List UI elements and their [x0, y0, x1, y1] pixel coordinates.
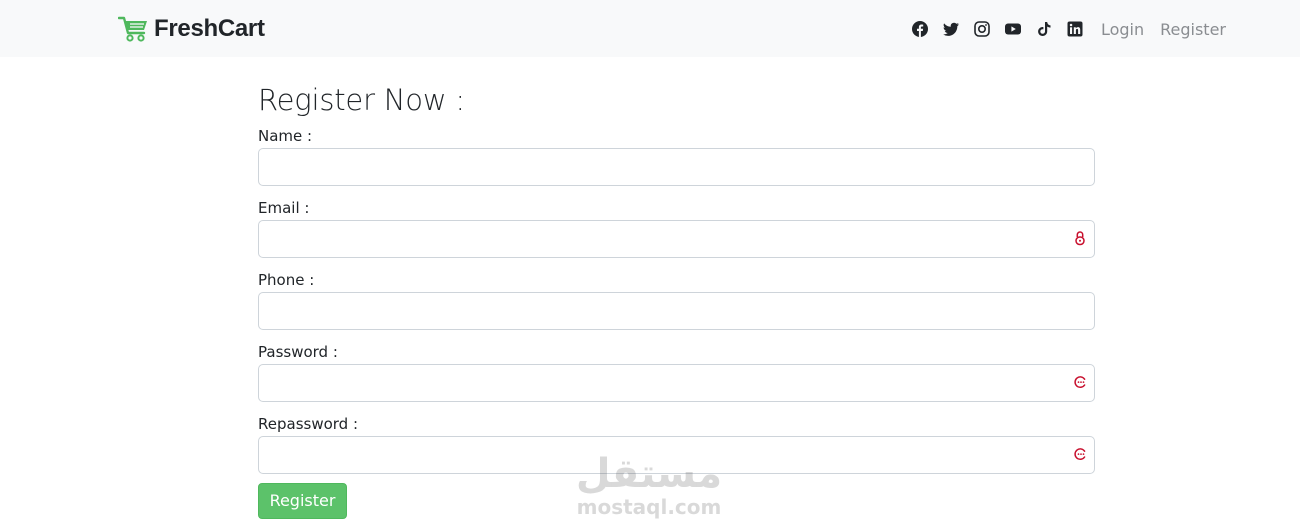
youtube-icon[interactable] — [1004, 21, 1021, 37]
repassword-label: Repassword : — [258, 415, 359, 433]
name-input[interactable] — [258, 148, 1095, 186]
register-link[interactable]: Register — [1160, 20, 1226, 39]
lock-icon[interactable] — [1073, 230, 1087, 246]
cart-icon — [117, 15, 150, 43]
register-form: Register Now : Name : Email : Phone : Pa… — [258, 80, 1095, 519]
register-button[interactable]: Register — [258, 483, 347, 519]
facebook-icon[interactable] — [911, 21, 928, 37]
password-manager-icon[interactable] — [1073, 446, 1087, 462]
navbar: FreshCart Login Register — [0, 0, 1300, 57]
repassword-field-wrap — [258, 436, 1095, 474]
tiktok-icon[interactable] — [1036, 21, 1052, 37]
repassword-input[interactable] — [258, 436, 1095, 474]
email-label: Email : — [258, 199, 310, 217]
twitter-icon[interactable] — [942, 21, 959, 37]
email-input[interactable] — [258, 220, 1095, 258]
login-link[interactable]: Login — [1101, 20, 1144, 39]
name-field-wrap — [258, 148, 1095, 186]
password-label: Password : — [258, 343, 338, 361]
password-field-wrap — [258, 364, 1095, 402]
name-label: Name : — [258, 127, 313, 145]
password-input[interactable] — [258, 364, 1095, 402]
brand-logo[interactable]: FreshCart — [117, 14, 265, 44]
navbar-right: Login Register — [897, 16, 1226, 42]
phone-label: Phone : — [258, 271, 315, 289]
linkedin-icon[interactable] — [1067, 21, 1083, 37]
email-field-wrap — [258, 220, 1095, 258]
phone-input[interactable] — [258, 292, 1095, 330]
brand-name: FreshCart — [154, 15, 265, 42]
instagram-icon[interactable] — [974, 21, 990, 37]
password-manager-icon[interactable] — [1073, 374, 1087, 390]
phone-field-wrap — [258, 292, 1095, 330]
page-title: Register Now : — [258, 83, 465, 117]
